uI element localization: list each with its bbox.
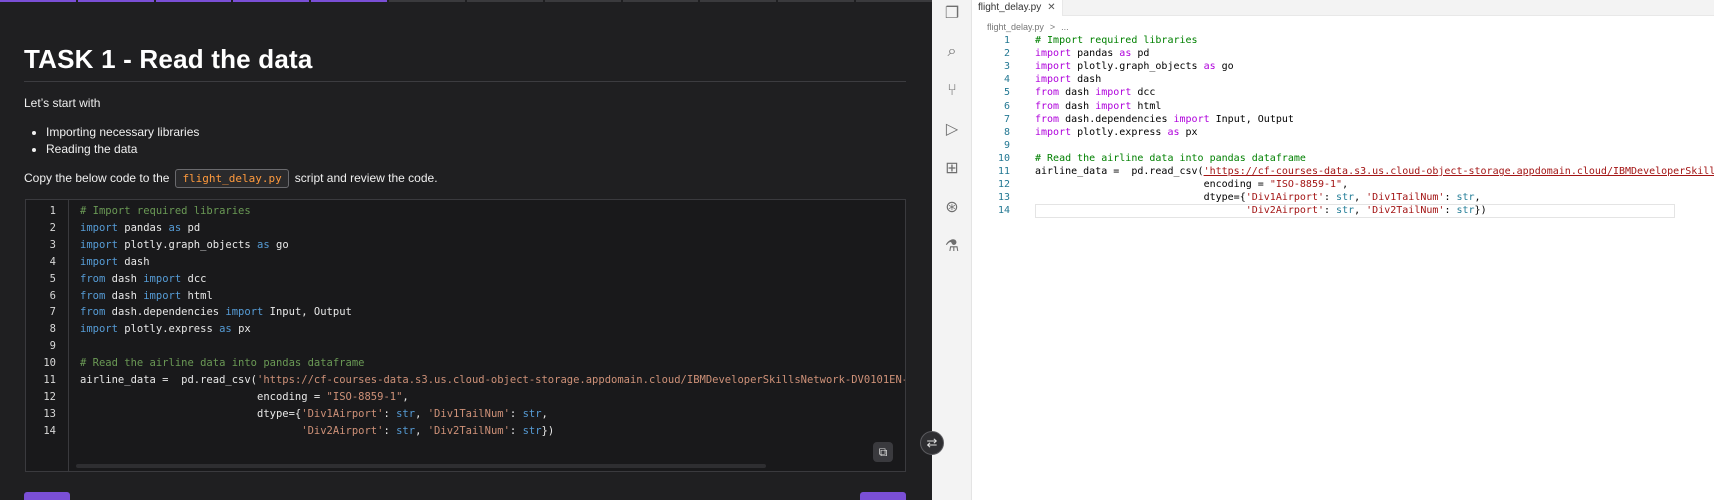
task-list: Importing necessary libraries Reading th… [44,124,199,158]
instructions-panel: TASK 1 - Read the data Let’s start with … [0,0,932,500]
search-icon[interactable]: ⌕ [942,42,962,62]
extensions-icon[interactable]: ⊞ [942,159,962,179]
code-block: ⧉ 1 # Import required libraries 2 import pa… [25,199,906,472]
code-line: 6 from dash import html [26,287,905,305]
code-line: 11 airline_data = pd.read_csv('https://cf… [26,371,905,389]
code-line: 14 'Div2Airport': str, 'Div2TailNum': st… [26,422,905,440]
progress-segment [0,0,76,2]
progress-segment [77,0,154,2]
tab-label: flight_delay.py [978,2,1042,13]
code-text: from dash import dcc [80,272,207,285]
code-line: 5 from dash import dcc [26,270,905,288]
filename-code: flight_delay.py [175,168,289,188]
progress-segment [544,0,621,2]
copy-icon: ⧉ [878,445,888,459]
copy-suffix: script and review the code. [294,171,438,185]
line-number: 11 [43,374,56,386]
line-number: 14 [43,424,56,437]
swap-panels-button[interactable]: ⇄ [920,431,944,455]
code-line: 9 [26,337,905,355]
copy-code-button[interactable]: ⧉ [873,442,893,462]
progress-segment [311,0,388,2]
code-text: from dash.dependencies import Input, Out… [80,306,352,319]
code-line: 8 import plotly.express as px [26,320,905,338]
progress-segment [389,0,465,2]
copy-instruction: Copy the below code to the flight_delay.… [24,168,438,188]
code-text: import pandas as pd [80,221,201,234]
line-number: 12 [43,390,56,403]
line-number: 13 [43,407,56,420]
list-item: Importing necessary libraries [46,124,199,141]
line-number: 2 [49,221,56,234]
line-number: 4 [49,255,56,268]
line-number: 6 [49,289,56,302]
code-text: dtype={'Div1Airport': str, 'Div1TailNum'… [80,407,548,420]
tab-flight-delay[interactable]: flight_delay.py ✕ [972,0,1063,16]
code-line: 7 from dash.dependencies import Input, Ou… [26,303,905,321]
chevron-right-icon: > [1049,22,1056,32]
code-text: encoding = "ISO-8859-1", [80,390,409,403]
source-control-icon[interactable]: ⑂ [942,81,962,101]
swap-icon: ⇄ [926,435,938,450]
progress-bar [0,0,932,2]
progress-segment [233,0,310,2]
line-number: 5 [49,272,56,285]
current-line-highlight [1035,204,1675,219]
breadcrumb: flight_delay.py > ... [987,22,1069,32]
code-line: 3 import plotly.graph_objects as go [26,236,905,254]
remote-icon[interactable]: ⊛ [942,198,962,218]
testing-icon[interactable]: ⚗ [942,237,962,257]
code-text: airline_data = pd.read_csv('https://cf-c… [80,374,905,386]
horizontal-scrollbar[interactable] [76,464,766,468]
line-number: 14 [997,205,1010,217]
code-line: 12 encoding = "ISO-8859-1", [26,388,905,406]
previous-button[interactable] [24,492,70,500]
next-button[interactable] [860,492,906,500]
intro-text: Let’s start with [24,96,101,110]
page-title: TASK 1 - Read the data [24,44,313,74]
divider [24,81,906,82]
progress-segment [622,0,699,2]
line-number: 10 [43,357,56,370]
progress-segment [466,0,543,2]
code-text: # Import required libraries [80,205,251,217]
files-icon[interactable]: ❐ [942,4,962,24]
activity-bar: ❐ ⌕ ⑂ ▷ ⊞ ⊛ ⚗ [932,0,972,500]
progress-segment [700,0,777,2]
line-number: 8 [49,323,56,336]
code-line: 2 import pandas as pd [26,219,905,237]
line-number: 1 [49,205,56,217]
breadcrumb-symbol[interactable]: ... [1061,22,1069,32]
line-number: 3 [49,238,56,251]
list-item: Reading the data [46,141,199,158]
code-line: 10 # Read the airline data into pandas da… [26,354,905,372]
line-number: 9 [49,340,56,353]
breadcrumb-file[interactable]: flight_delay.py [987,22,1044,32]
run-debug-icon[interactable]: ▷ [942,120,962,140]
code-text: from dash import html [80,289,213,302]
code-line: 13 dtype={'Div1Airport': str, 'Div1TailN… [26,405,905,423]
code-text: import plotly.graph_objects as go [80,238,289,251]
copy-prefix: Copy the below code to the [24,171,170,185]
progress-segment [856,0,932,2]
line-number: 7 [49,306,56,319]
code-text: import dash [80,255,150,268]
code-text: # Read the airline data into pandas data… [80,357,365,370]
editor-tabs: flight_delay.py ✕ [972,0,1714,16]
progress-segment [778,0,855,2]
code-line: 1 # Import required libraries [26,202,905,220]
code-text: import plotly.express as px [80,323,251,336]
code-text: 'Div2Airport': str, 'Div2TailNum': str}) [301,424,555,437]
code-editor-panel: ❐ ⌕ ⑂ ▷ ⊞ ⊛ ⚗ flight_delay.py ✕ flight_d… [932,0,1714,500]
close-icon[interactable]: ✕ [1047,0,1055,16]
code-line: 4 import dash [26,253,905,271]
editor-text-area[interactable]: 1 # Import required libraries 2 import pand… [972,34,1714,500]
progress-segment [155,0,232,2]
